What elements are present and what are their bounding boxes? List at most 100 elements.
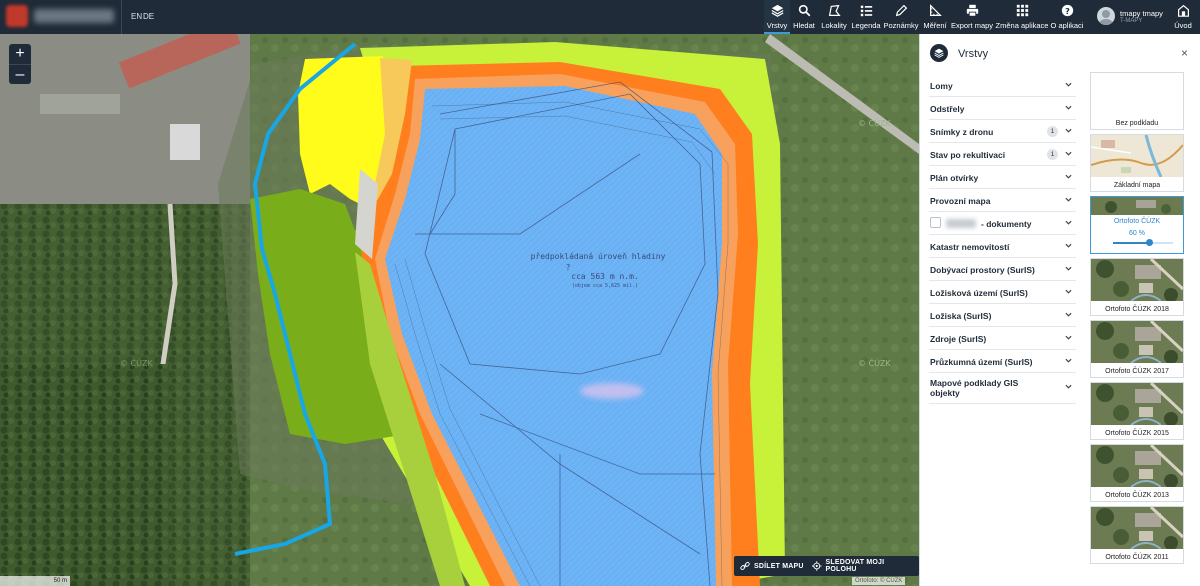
layer-checkbox[interactable] [930,217,941,228]
toolbar-measure-button[interactable]: Měření [921,0,949,34]
lang-en-link[interactable]: EN [131,12,142,21]
layer-item-loziska[interactable]: Ložiska (SurIS) [929,304,1076,327]
close-icon[interactable]: × [1181,46,1188,60]
toolbar-export-button[interactable]: Export mapy [950,0,994,34]
toolbar-about-button[interactable]: ? O aplikaci [1050,0,1084,34]
toolbar-search-button[interactable]: Hledat [792,0,816,34]
toolbar-legend-button[interactable]: Legenda [851,0,881,34]
follow-location-button[interactable]: SLEDOVAT MOJI POLOHU [806,556,919,576]
layers-panel: Vrstvy × Lomy Odstřely Snímky z dronu 1 … [919,34,1200,586]
toolbar-export-label: Export mapy [950,21,994,30]
toolbar-notes-button[interactable]: Poznámky [883,0,919,34]
chevron-down-icon [1065,82,1072,87]
basemap-ortofoto-2018[interactable]: Ortofoto ČÚZK 2018 [1090,258,1184,316]
toolbar-about-label: O aplikaci [1050,21,1084,30]
user-role: T-MAPY [1120,18,1143,24]
water-level-annotation-4: (objem cca 5,625 mil.) [572,283,638,289]
app-name-blurred [34,9,114,23]
basemap-ortofoto-2015[interactable]: Ortofoto ČÚZK 2015 [1090,382,1184,440]
chevron-down-icon [1065,243,1072,248]
printer-icon [966,4,978,17]
watermark-text: © ČÚZK [858,117,891,128]
toolbar-layers-label: Vrstvy [766,21,788,30]
toolbar-change-app-button[interactable]: Změna aplikace [996,0,1048,34]
toolbar-measure-label: Měření [923,21,947,30]
layer-item-snimky-z-dronu[interactable]: Snímky z dronu 1 [929,120,1076,143]
basemap-ortofoto-2011[interactable]: Ortofoto ČÚZK 2011 [1090,506,1184,564]
toolbar-localities-button[interactable]: Lokality [820,0,848,34]
layer-label: Plán otvírky [930,173,979,183]
chevron-down-icon [1065,358,1072,363]
layer-label: Ložisková území (SurIS) [930,288,1028,298]
app-grid-icon [1016,4,1028,17]
user-avatar[interactable] [1097,7,1115,25]
layer-item-plan-otvirky[interactable]: Plán otvírky [929,166,1076,189]
toolbar-notes-label: Poznámky [883,21,919,30]
layer-count-badge: 1 [1047,126,1058,137]
layer-item-odstrely[interactable]: Odstřely [929,97,1076,120]
toolbar-localities-label: Lokality [821,21,847,30]
basemap-label: Ortofoto ČÚZK 2017 [1105,368,1169,375]
user-name[interactable]: tmapy tmapy [1120,9,1163,18]
link-icon [740,561,750,571]
redacted-blot [580,383,644,399]
map-attribution: Ortofoto: © ČÚZK [852,577,906,585]
follow-location-label: SLEDOVAT MOJI POLOHU [825,559,885,573]
lang-de-link[interactable]: DE [143,12,154,21]
opacity-slider[interactable] [1113,239,1173,246]
opacity-slider-handle[interactable] [1146,239,1153,246]
chevron-down-icon [1065,220,1072,225]
app-logo[interactable] [6,5,28,27]
building-hall [40,94,120,114]
layer-item-loziskova-uzemi[interactable]: Ložisková území (SurIS) [929,281,1076,304]
panel-header: Vrstvy × [920,34,1200,72]
toolbar-layers-button[interactable]: Vrstvy [764,0,790,34]
zoom-out-button[interactable]: – [9,64,31,84]
zoom-in-button[interactable]: + [9,44,31,64]
layer-list: Lomy Odstřely Snímky z dronu 1 Stav po r… [929,74,1076,404]
ortho-thumbnail [1091,383,1183,425]
layer-label: Zdroje (SurIS) [930,334,987,344]
layer-label: Odstřely [930,104,965,114]
svg-text:?: ? [1065,6,1070,16]
water-level-annotation-1: předpokládaná úroveň hladiny [531,252,666,261]
layer-label: Ložiska (SurIS) [930,311,992,321]
basemap-label: Ortofoto ČÚZK 2015 [1105,430,1169,437]
basemap-list: Bez podkladu Základní mapa Ortofoto ČÚZK… [1090,72,1184,568]
toolbar-search-label: Hledat [793,21,815,30]
layer-item-dokumenty[interactable]: - dokumenty [929,212,1076,235]
share-map-button[interactable]: SDÍLET MAPU [734,556,810,576]
pencil-icon [895,4,907,17]
layer-item-zdroje[interactable]: Zdroje (SurIS) [929,327,1076,350]
layer-item-provozni-mapa[interactable]: Provozní mapa [929,189,1076,212]
basemap-ortofoto-2013[interactable]: Ortofoto ČÚZK 2013 [1090,444,1184,502]
toolbar-home-button[interactable]: Úvod [1170,0,1196,34]
ortho-thumbnail [1091,445,1183,487]
basemap-ortofoto-2017[interactable]: Ortofoto ČÚZK 2017 [1090,320,1184,378]
layer-label: Průzkumná území (SurIS) [930,357,1033,367]
layer-item-katastr[interactable]: Katastr nemovitostí [929,235,1076,258]
basemap-ortofoto-active[interactable]: Ortofoto ČÚZK 60 % [1090,196,1184,254]
industrial-yard [0,34,250,204]
layer-item-mapove-podklady[interactable]: Mapové podklady GIS objekty [929,373,1076,404]
basemap-none[interactable]: Bez podkladu [1090,72,1184,130]
layer-item-stav-po-rekultivaci[interactable]: Stav po rekultivaci 1 [929,143,1076,166]
help-icon: ? [1061,4,1073,17]
water-level-annotation-3: cca 563 m n.m. [571,272,638,281]
map-canvas[interactable]: © ČÚZK © ČÚZK © ČÚZK předpokládaná úrove… [0,34,919,586]
chevron-down-icon [1065,266,1072,271]
map-layers-svg: © ČÚZK © ČÚZK © ČÚZK předpokládaná úrove… [0,34,919,586]
basemap-zakladni-mapa[interactable]: Základní mapa [1090,134,1184,192]
layer-label: Dobývací prostory (SurIS) [930,265,1035,275]
layer-item-dobyvaci-prostory[interactable]: Dobývací prostory (SurIS) [929,258,1076,281]
toolbar-change-app-label: Změna aplikace [995,21,1049,30]
polygon-icon [828,4,841,16]
basemap-label: Bez podkladu [1115,120,1159,127]
water-level-annotation-2: ? [566,263,571,272]
layer-item-lomy[interactable]: Lomy [929,74,1076,97]
layer-label: Lomy [930,81,953,91]
layer-item-pruzkumna-uzemi[interactable]: Průzkumná území (SurIS) [929,350,1076,373]
app-window: EN DE Vrstvy Hledat Lokality Legenda Poz… [0,0,1200,586]
ortho-thumbnail [1091,507,1183,549]
basemap-label: Základní mapa [1113,182,1161,189]
